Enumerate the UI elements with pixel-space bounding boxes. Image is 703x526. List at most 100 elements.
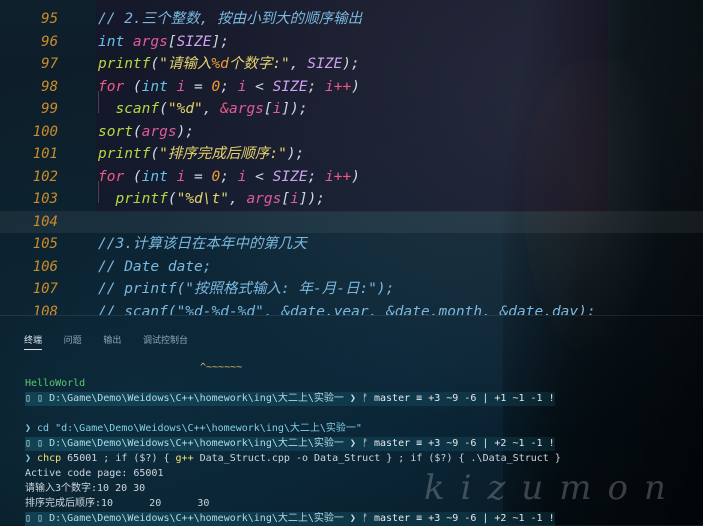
code-token: , <box>289 56 308 72</box>
code-line[interactable]: 103 printf("%d\t", args[i]); <box>0 188 703 211</box>
code-line[interactable]: 101 printf("排序完成后顺序:"); <box>0 143 703 166</box>
prompt-git-status: ᚠ master ≡ +3 ~9 -6 | +2 ~1 -1 ! <box>361 513 555 524</box>
tab-output[interactable]: 输出 <box>103 333 121 349</box>
code-text: //3.计算该日在本年中的第几天 <box>98 233 307 256</box>
code-token: = <box>185 168 212 185</box>
code-line[interactable]: 96 int args[SIZE]; <box>0 31 703 54</box>
code-text: printf("请输入%d个数字:", SIZE); <box>98 53 360 76</box>
code-token: args <box>132 33 168 50</box>
command-name: chcp <box>37 453 62 464</box>
code-token: int <box>98 33 133 50</box>
code-token: [ <box>263 101 273 117</box>
code-text: // 2.三个整数, 按由小到大的顺序输出 <box>98 8 362 31</box>
terminal-prompt[interactable]: ▯ ▯ D:\Game\Demo\Weidows\C++\homework\in… <box>25 512 555 526</box>
code-token: ) <box>351 168 360 185</box>
code-token: ]); <box>281 101 308 117</box>
code-line[interactable]: 107 // printf("按照格式输入: 年-月-日:"); <box>0 278 703 301</box>
code-line[interactable]: 97 printf("请输入%d个数字:", SIZE); <box>0 53 703 76</box>
code-line[interactable]: 102 for (int i = 0; i < SIZE; i++) <box>0 166 703 189</box>
windows-icon: ▯ <box>25 393 38 404</box>
terminal-prompt: ▯ ▯ D:\Game\Demo\Weidows\C++\homework\in… <box>25 392 555 406</box>
code-token: [ <box>281 191 291 207</box>
code-token: , <box>228 191 247 207</box>
code-token: SIZE <box>272 168 308 185</box>
code-token: ( <box>132 123 142 140</box>
code-line[interactable]: 104 <box>0 210 703 233</box>
code-token: // 2.三个整数, 按由小到大的顺序输出 <box>98 11 363 27</box>
code-token: ++ <box>333 78 352 95</box>
folder-icon: ▯ <box>37 393 50 404</box>
line-number: 107 <box>32 281 58 297</box>
line-number: 96 <box>41 33 58 50</box>
code-token: %d <box>211 56 229 72</box>
line-number: 97 <box>41 56 58 72</box>
code-token: ); <box>176 123 195 140</box>
terminal-output-result: 排序完成后顺序:10 20 30 <box>25 498 210 509</box>
code-line[interactable]: 106 // Date date; <box>0 256 703 279</box>
code-line[interactable]: 98 for (int i = 0; i < SIZE; i++) <box>0 76 703 99</box>
code-token: 0 <box>211 78 221 95</box>
code-token: SIZE <box>176 33 212 50</box>
code-token: //3.计算该日在本年中的第几天 <box>98 236 307 252</box>
code-token: i <box>176 168 186 185</box>
code-line[interactable]: 108 // scanf("%d-%d-%d", &date.year, &dat… <box>0 301 703 316</box>
line-number: 95 <box>41 11 58 27</box>
code-token: 个数字:" <box>228 56 290 72</box>
terminal-output-input-prompt: 请输入3个数字:10 20 30 <box>25 483 146 494</box>
code-text: // printf("按照格式输入: 年-月-日:"); <box>98 278 394 301</box>
code-token: ( <box>159 101 168 117</box>
terminal-output-hello: HelloWorld <box>25 378 86 389</box>
code-token: < <box>246 168 273 185</box>
line-number: 101 <box>32 146 58 162</box>
tab-problems[interactable]: 问题 <box>64 333 82 349</box>
code-line[interactable]: 100 sort(args); <box>0 121 703 144</box>
code-token: int <box>141 78 177 95</box>
line-number: 102 <box>32 168 58 185</box>
code-token: // Date date; <box>98 258 212 275</box>
code-line[interactable]: 105 //3.计算该日在本年中的第几天 <box>0 233 703 256</box>
code-token: < <box>246 78 273 95</box>
code-text: printf("排序完成后顺序:"); <box>98 143 304 166</box>
tab-debug-console[interactable]: 调试控制台 <box>143 333 188 349</box>
code-token: // scanf("%d-%d-%d", &date.year, &date.m… <box>98 303 596 316</box>
code-token: i <box>176 78 186 95</box>
code-token: "请输入 <box>159 56 212 72</box>
code-token: args <box>246 191 282 207</box>
code-token: "%d\t" <box>176 191 229 207</box>
code-token: ++ <box>333 168 352 185</box>
code-token: i <box>290 191 299 207</box>
line-number: 100 <box>32 123 58 140</box>
terminal-prompt: ▯ ▯ D:\Game\Demo\Weidows\C++\homework\in… <box>25 437 555 451</box>
prompt-directory: D:\Game\Demo\Weidows\C++\homework\ing\大二… <box>49 513 344 524</box>
code-token: printf <box>115 191 168 207</box>
code-text: int args[SIZE]; <box>98 31 229 54</box>
prompt-directory: D:\Game\Demo\Weidows\C++\homework\ing\大二… <box>49 393 344 404</box>
code-line[interactable]: 95 // 2.三个整数, 按由小到大的顺序输出 <box>0 8 703 31</box>
code-token: i <box>325 78 334 95</box>
windows-icon: ▯ <box>25 513 38 524</box>
code-token: = <box>185 78 212 95</box>
line-number: 106 <box>32 258 58 275</box>
chevron-right-icon: ❯ <box>343 393 362 404</box>
code-token: ( <box>167 191 177 207</box>
tab-terminal[interactable]: 终端 <box>24 333 43 350</box>
code-token: int <box>141 168 177 185</box>
prompt-directory: D:\Game\Demo\Weidows\C++\homework\ing\大二… <box>49 438 344 449</box>
chevron-right-icon: ❯ <box>343 438 362 449</box>
code-editor[interactable]: 95// 2.三个整数, 按由小到大的顺序输出 96 int args[SIZE];… <box>0 0 703 315</box>
code-token: args <box>141 123 177 140</box>
code-token: ]; <box>211 33 229 50</box>
folder-icon: ▯ <box>37 438 50 449</box>
panel-tabs: 终端 问题 输出 调试控制台 <box>18 328 194 350</box>
code-token: ); <box>342 56 360 72</box>
terminal-output-codepage: Active code page: 65001 <box>25 468 164 479</box>
code-line[interactable]: 99 scanf("%d", &args[i]); <box>0 98 703 121</box>
code-text: for (int i = 0; i < SIZE; i++) <box>98 166 360 189</box>
chevron-right-icon: ❯ <box>343 513 362 524</box>
code-token: "排序完成后顺序:" <box>159 146 287 162</box>
error-squiggle: ^~~~~~~ <box>200 362 243 373</box>
prompt-git-status: ᚠ master ≡ +3 ~9 -6 | +1 ~1 -1 ! <box>361 393 555 404</box>
windows-icon: ▯ <box>25 438 38 449</box>
code-token: scanf <box>115 101 160 117</box>
